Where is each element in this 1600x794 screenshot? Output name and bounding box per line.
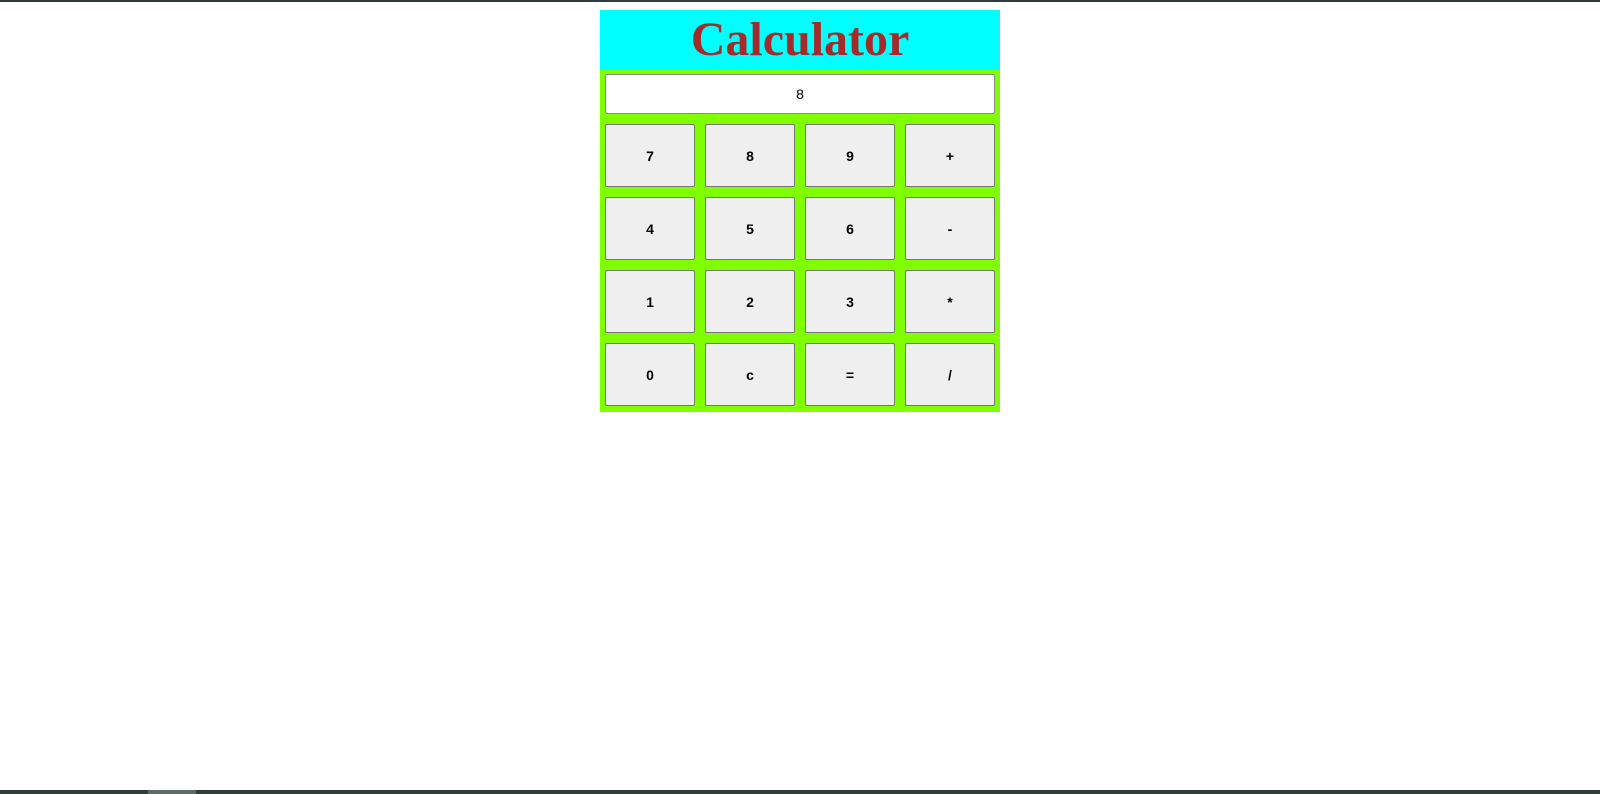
key-3-button[interactable]: 3: [805, 270, 895, 333]
key-0-button[interactable]: 0: [605, 343, 695, 406]
key-plus-button[interactable]: +: [905, 124, 995, 187]
calculator-title: Calculator: [690, 13, 910, 66]
key-minus-button[interactable]: -: [905, 197, 995, 260]
browser-viewport: Calculator 789+456- 123* 0c=/: [0, 0, 1600, 794]
taskbar-tab: [148, 790, 196, 794]
key-1-button[interactable]: 1: [605, 270, 695, 333]
key-7-button[interactable]: 7: [605, 124, 695, 187]
keypad: 7 8 9 +4 5 6- 1 2 3 * 0 c = /: [605, 124, 995, 406]
display-field[interactable]: [605, 74, 995, 114]
key-8-button[interactable]: 8: [705, 124, 795, 187]
key-divide-button[interactable]: /: [905, 343, 995, 406]
key-4-button[interactable]: 4: [605, 197, 695, 260]
key-clear-button[interactable]: c: [705, 343, 795, 406]
calculator: Calculator 789+456- 123* 0c=/: [600, 10, 1000, 412]
key-equals-button[interactable]: =: [805, 343, 895, 406]
calculator-body: 789+456- 123* 0c=/: [600, 70, 1000, 412]
key-2-button[interactable]: 2: [705, 270, 795, 333]
key-5-button[interactable]: 5: [705, 197, 795, 260]
key-9-button[interactable]: 9: [805, 124, 895, 187]
calculator-header: Calculator: [600, 10, 1000, 70]
key-6-button[interactable]: 6: [805, 197, 895, 260]
key-multiply-button[interactable]: *: [905, 270, 995, 333]
